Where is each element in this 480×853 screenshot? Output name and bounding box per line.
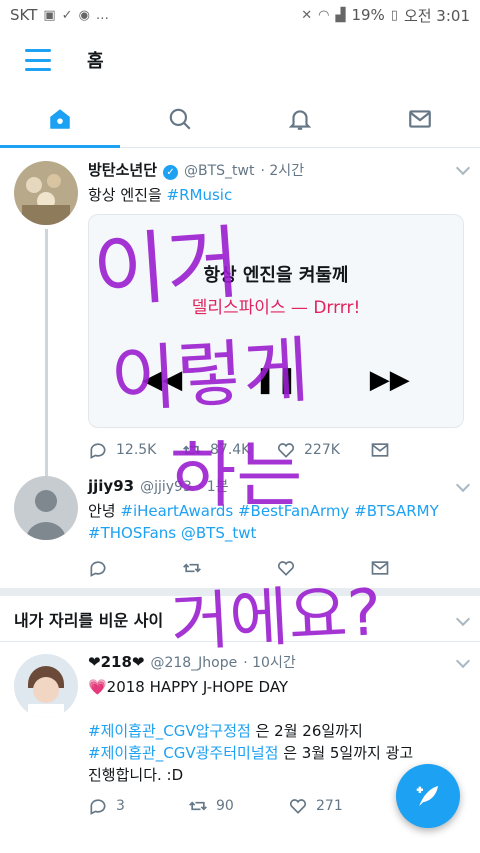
mute-icon: ✕: [301, 7, 313, 23]
card-line-1: 항상 엔진을 켜둘께: [203, 265, 349, 286]
retweet-icon: [183, 563, 201, 573]
media-card[interactable]: 항상 엔진을 켜둘께 델리스파이스 — Drrrr! ◀◀ ❚❚ ▶▶: [88, 214, 464, 428]
hashtag-link[interactable]: #RMusic: [167, 186, 233, 204]
page-title: 홈: [87, 51, 104, 72]
battery-icon: ▯: [390, 7, 398, 23]
retweet-icon: [183, 445, 201, 455]
playback-controls: ◀◀ ❚❚ ▶▶: [89, 365, 463, 395]
rewind-icon[interactable]: ◀◀: [142, 365, 182, 395]
avatar[interactable]: [14, 654, 78, 718]
display-name[interactable]: ❤218❤: [88, 653, 144, 671]
share-button[interactable]: [370, 440, 464, 460]
tweet-time: · 1분: [197, 479, 229, 495]
display-name[interactable]: 방탄소년단: [88, 159, 157, 180]
reply-button[interactable]: 3: [88, 796, 188, 816]
avatar[interactable]: [14, 476, 78, 540]
signal-icon: ▟: [335, 7, 346, 23]
wifi-icon: ◠: [318, 7, 330, 23]
like-button[interactable]: [276, 558, 370, 578]
tab-home[interactable]: [0, 90, 120, 148]
more-icon: …: [95, 7, 109, 23]
heart-icon: [277, 561, 295, 576]
like-button[interactable]: 227K: [276, 440, 370, 460]
gallery-icon: ▣: [43, 7, 56, 23]
mail-icon: [409, 109, 431, 128]
bell-icon: [288, 109, 312, 130]
retweet-button[interactable]: 87.4K: [182, 440, 276, 460]
reply-icon: [90, 443, 106, 459]
hashtag-link[interactable]: #제이홉관_CGV압구정점: [88, 722, 251, 740]
heart-icon: [277, 443, 295, 458]
pause-icon[interactable]: ❚❚: [254, 365, 298, 395]
card-line-2: 델리스파이스 — Drrrr!: [191, 298, 361, 318]
tweet-actions: 12.5K 87.4K 227K: [88, 440, 464, 460]
retweet-count: 90: [216, 798, 234, 814]
tab-bar: [0, 90, 480, 148]
compose-tweet-button[interactable]: [396, 764, 460, 828]
status-bar: SKT ▣ ✓ ◉ … ✕ ◠ ▟ 19% ▯ 오전 3:01: [0, 0, 480, 30]
menu-icon[interactable]: [25, 49, 51, 71]
share-button[interactable]: [370, 558, 464, 578]
reply-button[interactable]: [88, 558, 182, 578]
clock: 오전 3:01: [403, 6, 470, 25]
battery-level: 19%: [351, 6, 385, 24]
compose-feather-icon: [416, 786, 438, 806]
eye-icon: ◉: [78, 7, 90, 23]
tweet-actions: [88, 558, 464, 578]
retweet-button[interactable]: 90: [188, 796, 288, 816]
tweet-time: · 2시간: [260, 163, 305, 179]
while-you-were-away-header: 내가 자리를 비운 사이: [0, 588, 480, 642]
verified-badge-icon: ✓: [163, 165, 179, 180]
display-name[interactable]: jjiy93: [88, 477, 134, 495]
tweet-text: 안녕 #iHeartAwards #BestFanArmy #BTSARMY #…: [88, 502, 444, 542]
fast-forward-icon[interactable]: ▶▶: [370, 365, 410, 395]
reply-count: 3: [116, 798, 125, 814]
timeline: 방탄소년단 ✓ @BTS_twt · 2시간 항상 엔진을 #RMusic 항상…: [0, 149, 480, 826]
mail-icon: [371, 561, 389, 575]
tab-search[interactable]: [120, 90, 240, 147]
heart-icon: [289, 799, 307, 814]
tweet-time: · 10시간: [243, 655, 296, 671]
reply-button[interactable]: 12.5K: [88, 440, 182, 460]
tweet-text: 💗2018 HAPPY J-HOPE DAY #제이홉관_CGV압구정점 은 2…: [88, 678, 414, 784]
reply-icon: [90, 561, 106, 577]
like-count: 271: [316, 798, 343, 814]
retweet-button[interactable]: [182, 558, 276, 578]
hashtag-link[interactable]: #제이홉관_CGV광주터미널점: [88, 744, 278, 762]
app-bar: 홈: [0, 30, 480, 90]
reply-icon: [90, 799, 106, 815]
check-icon: ✓: [61, 7, 73, 23]
tab-notifications[interactable]: [240, 90, 360, 147]
tweet[interactable]: 방탄소년단 ✓ @BTS_twt · 2시간 항상 엔진을 #RMusic 항상…: [0, 149, 480, 479]
section-title: 내가 자리를 비운 사이: [14, 610, 164, 630]
retweet-count: 87.4K: [210, 442, 251, 458]
user-handle[interactable]: @jjiy93: [140, 479, 192, 495]
tweet[interactable]: jjiy93 @jjiy93 · 1분 안녕 #iHeartAwards #Be…: [0, 470, 480, 588]
avatar[interactable]: [14, 161, 78, 225]
like-count: 227K: [304, 442, 340, 458]
search-icon: [169, 108, 191, 130]
thread-line: [45, 229, 48, 479]
retweet-icon: [189, 801, 207, 811]
section-menu-caret[interactable]: [455, 611, 471, 627]
tab-messages[interactable]: [360, 90, 480, 147]
carrier-label: SKT: [10, 6, 38, 24]
like-button[interactable]: 271: [288, 796, 388, 816]
home-icon: [50, 108, 70, 129]
hashtag-link[interactable]: #iHeartAwards #BestFanArmy #BTSARMY #THO…: [88, 502, 444, 542]
reply-count: 12.5K: [116, 442, 157, 458]
user-handle[interactable]: @218_Jhope: [150, 655, 237, 671]
mail-icon: [371, 443, 389, 457]
tweet-text: 항상 엔진을 #RMusic: [88, 186, 233, 204]
user-handle[interactable]: @BTS_twt: [184, 163, 254, 179]
